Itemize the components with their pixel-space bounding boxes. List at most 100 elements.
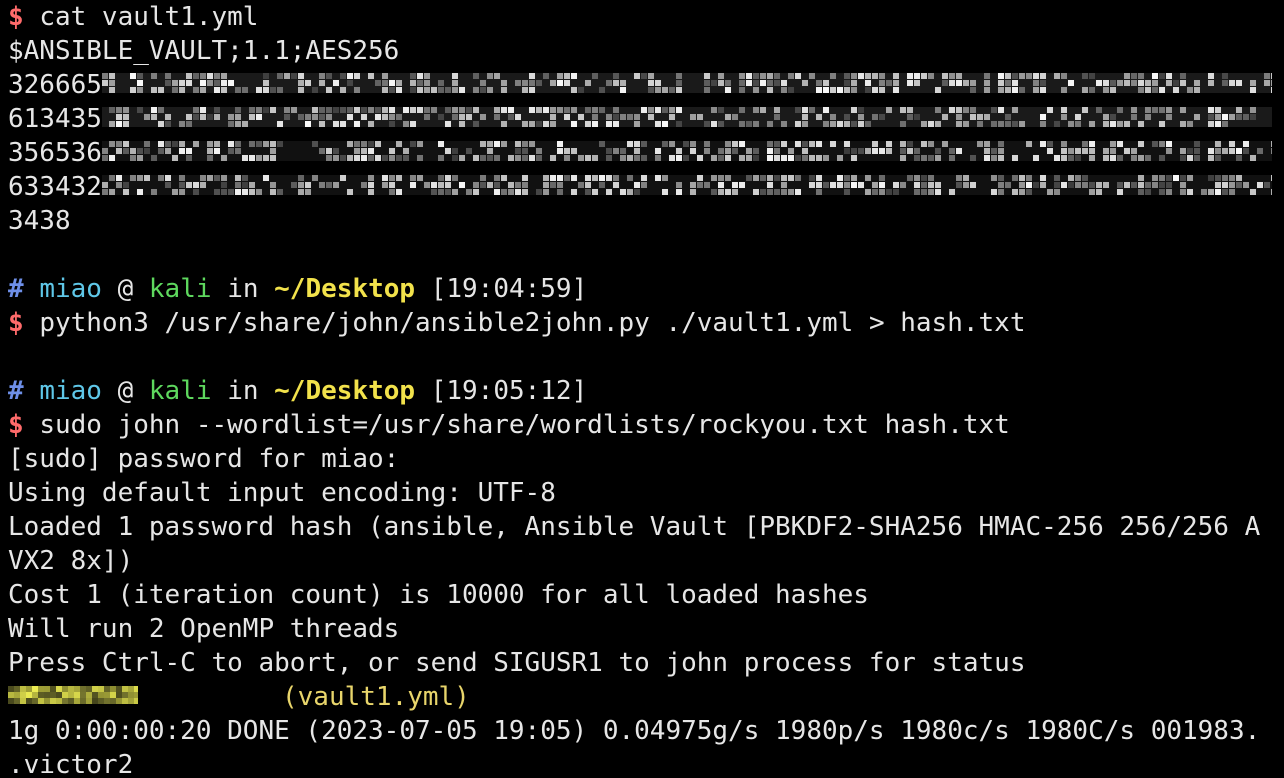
- redaction-pixel: [486, 181, 493, 188]
- redaction-pixel: [276, 140, 283, 147]
- redaction-pixel: [255, 154, 262, 161]
- redaction-pixel: [1235, 79, 1242, 86]
- redaction-pixel: [997, 174, 1004, 181]
- redaction-pixel: [423, 106, 430, 113]
- redaction-pixel: [1144, 181, 1151, 188]
- redaction-pixel: [178, 181, 185, 188]
- redaction-pixel: [234, 140, 241, 147]
- redaction-pixel: [1193, 113, 1200, 120]
- redaction-pixel: [241, 174, 248, 181]
- redaction-pixel: [745, 174, 752, 181]
- redaction-pixel: [38, 697, 44, 704]
- redaction-pixel: [185, 147, 192, 154]
- redaction-pixel: [885, 188, 892, 195]
- redaction-pixel: [997, 72, 1004, 79]
- redaction-pixel: [62, 691, 68, 698]
- redaction-pixel: [878, 79, 885, 86]
- redaction-pixel: [297, 188, 304, 195]
- redaction-pixel: [605, 113, 612, 120]
- redaction-pixel: [927, 181, 934, 188]
- redaction-pixel: [556, 147, 563, 154]
- redaction-pixel: [633, 140, 640, 147]
- output-line: Using default input encoding: UTF-8: [8, 478, 556, 508]
- redaction-pixel: [213, 188, 220, 195]
- redaction-pixel: [458, 106, 465, 113]
- redaction-pixel: [913, 174, 920, 181]
- redaction-pixel: [1102, 86, 1109, 93]
- redaction-pixel: [150, 86, 157, 93]
- redaction-pixel: [465, 188, 472, 195]
- redaction-pixel: [14, 691, 20, 698]
- redaction-pixel: [556, 174, 563, 181]
- redaction-pixel: [514, 154, 521, 161]
- redaction-pixel: [885, 79, 892, 86]
- redaction-pixel: [283, 72, 290, 79]
- redaction-pixel: [493, 188, 500, 195]
- redaction-pixel: [437, 79, 444, 86]
- redaction-pixel: [507, 188, 514, 195]
- redaction-pixel: [1263, 79, 1270, 86]
- redaction-pixel: [885, 106, 892, 113]
- redaction-pixel: [416, 174, 423, 181]
- terminal-window[interactable]: $ cat vault1.yml $ANSIBLE_VAULT;1.1;AES2…: [8, 0, 1284, 778]
- redaction-pixel: [822, 86, 829, 93]
- redaction-pixel: [619, 188, 626, 195]
- redaction-pixel: [1053, 154, 1060, 161]
- redaction-pixel: [116, 697, 122, 704]
- command-text: sudo john --wordlist=/usr/share/wordlist…: [39, 410, 1010, 440]
- redaction-pixel: [248, 140, 255, 147]
- redaction-pixel: [269, 106, 276, 113]
- redaction-pixel: [836, 86, 843, 93]
- redacted-vault-data: [101, 72, 1272, 93]
- redaction-pixel: [128, 697, 134, 704]
- redaction-pixel: [164, 113, 171, 120]
- redaction-pixel: [1004, 113, 1011, 120]
- redaction-pixel: [171, 140, 178, 147]
- redaction-pixel: [1018, 181, 1025, 188]
- redaction-pixel: [1018, 174, 1025, 181]
- redaction-pixel: [773, 147, 780, 154]
- redaction-pixel: [1270, 72, 1272, 79]
- redaction-pixel: [150, 72, 157, 79]
- redaction-pixel: [969, 79, 976, 86]
- redaction-pixel: [178, 120, 185, 127]
- redaction-pixel: [339, 106, 346, 113]
- redaction-pixel: [836, 120, 843, 127]
- redaction-pixel: [479, 181, 486, 188]
- redaction-pixel: [780, 181, 787, 188]
- redaction-pixel: [20, 685, 26, 692]
- prompt-user: miao: [39, 376, 102, 406]
- redaction-pixel: [74, 697, 80, 704]
- redaction-pixel: [1102, 113, 1109, 120]
- redaction-pixel: [108, 106, 115, 113]
- redaction-pixel: [115, 113, 122, 120]
- redaction-pixel: [1109, 113, 1116, 120]
- redaction-pixel: [815, 113, 822, 120]
- redaction-pixel: [171, 79, 178, 86]
- redaction-pixel: [128, 691, 134, 698]
- redaction-pixel: [857, 106, 864, 113]
- redaction-pixel: [80, 697, 86, 704]
- redaction-pixel: [906, 147, 913, 154]
- redaction-pixel: [906, 72, 913, 79]
- redaction-pixel: [829, 113, 836, 120]
- redaction-pixel: [822, 79, 829, 86]
- redaction-pixel: [423, 181, 430, 188]
- redaction-pixel: [570, 72, 577, 79]
- prompt-timestamp: [19:05:12]: [430, 376, 588, 406]
- redaction-pixel: [612, 72, 619, 79]
- redaction-pixel: [108, 79, 115, 86]
- redaction-pixel: [752, 147, 759, 154]
- redaction-pixel: [766, 154, 773, 161]
- redaction-pixel: [1165, 72, 1172, 79]
- redaction-pixel: [1158, 154, 1165, 161]
- redaction-pixel: [178, 147, 185, 154]
- redaction-pixel: [829, 120, 836, 127]
- redaction-pixel: [1193, 79, 1200, 86]
- redaction-pixel: [1018, 188, 1025, 195]
- redaction-pixel: [605, 188, 612, 195]
- redaction-pixel: [619, 79, 626, 86]
- redaction-pixel: [388, 154, 395, 161]
- redaction-pixel: [696, 174, 703, 181]
- redaction-pixel: [969, 154, 976, 161]
